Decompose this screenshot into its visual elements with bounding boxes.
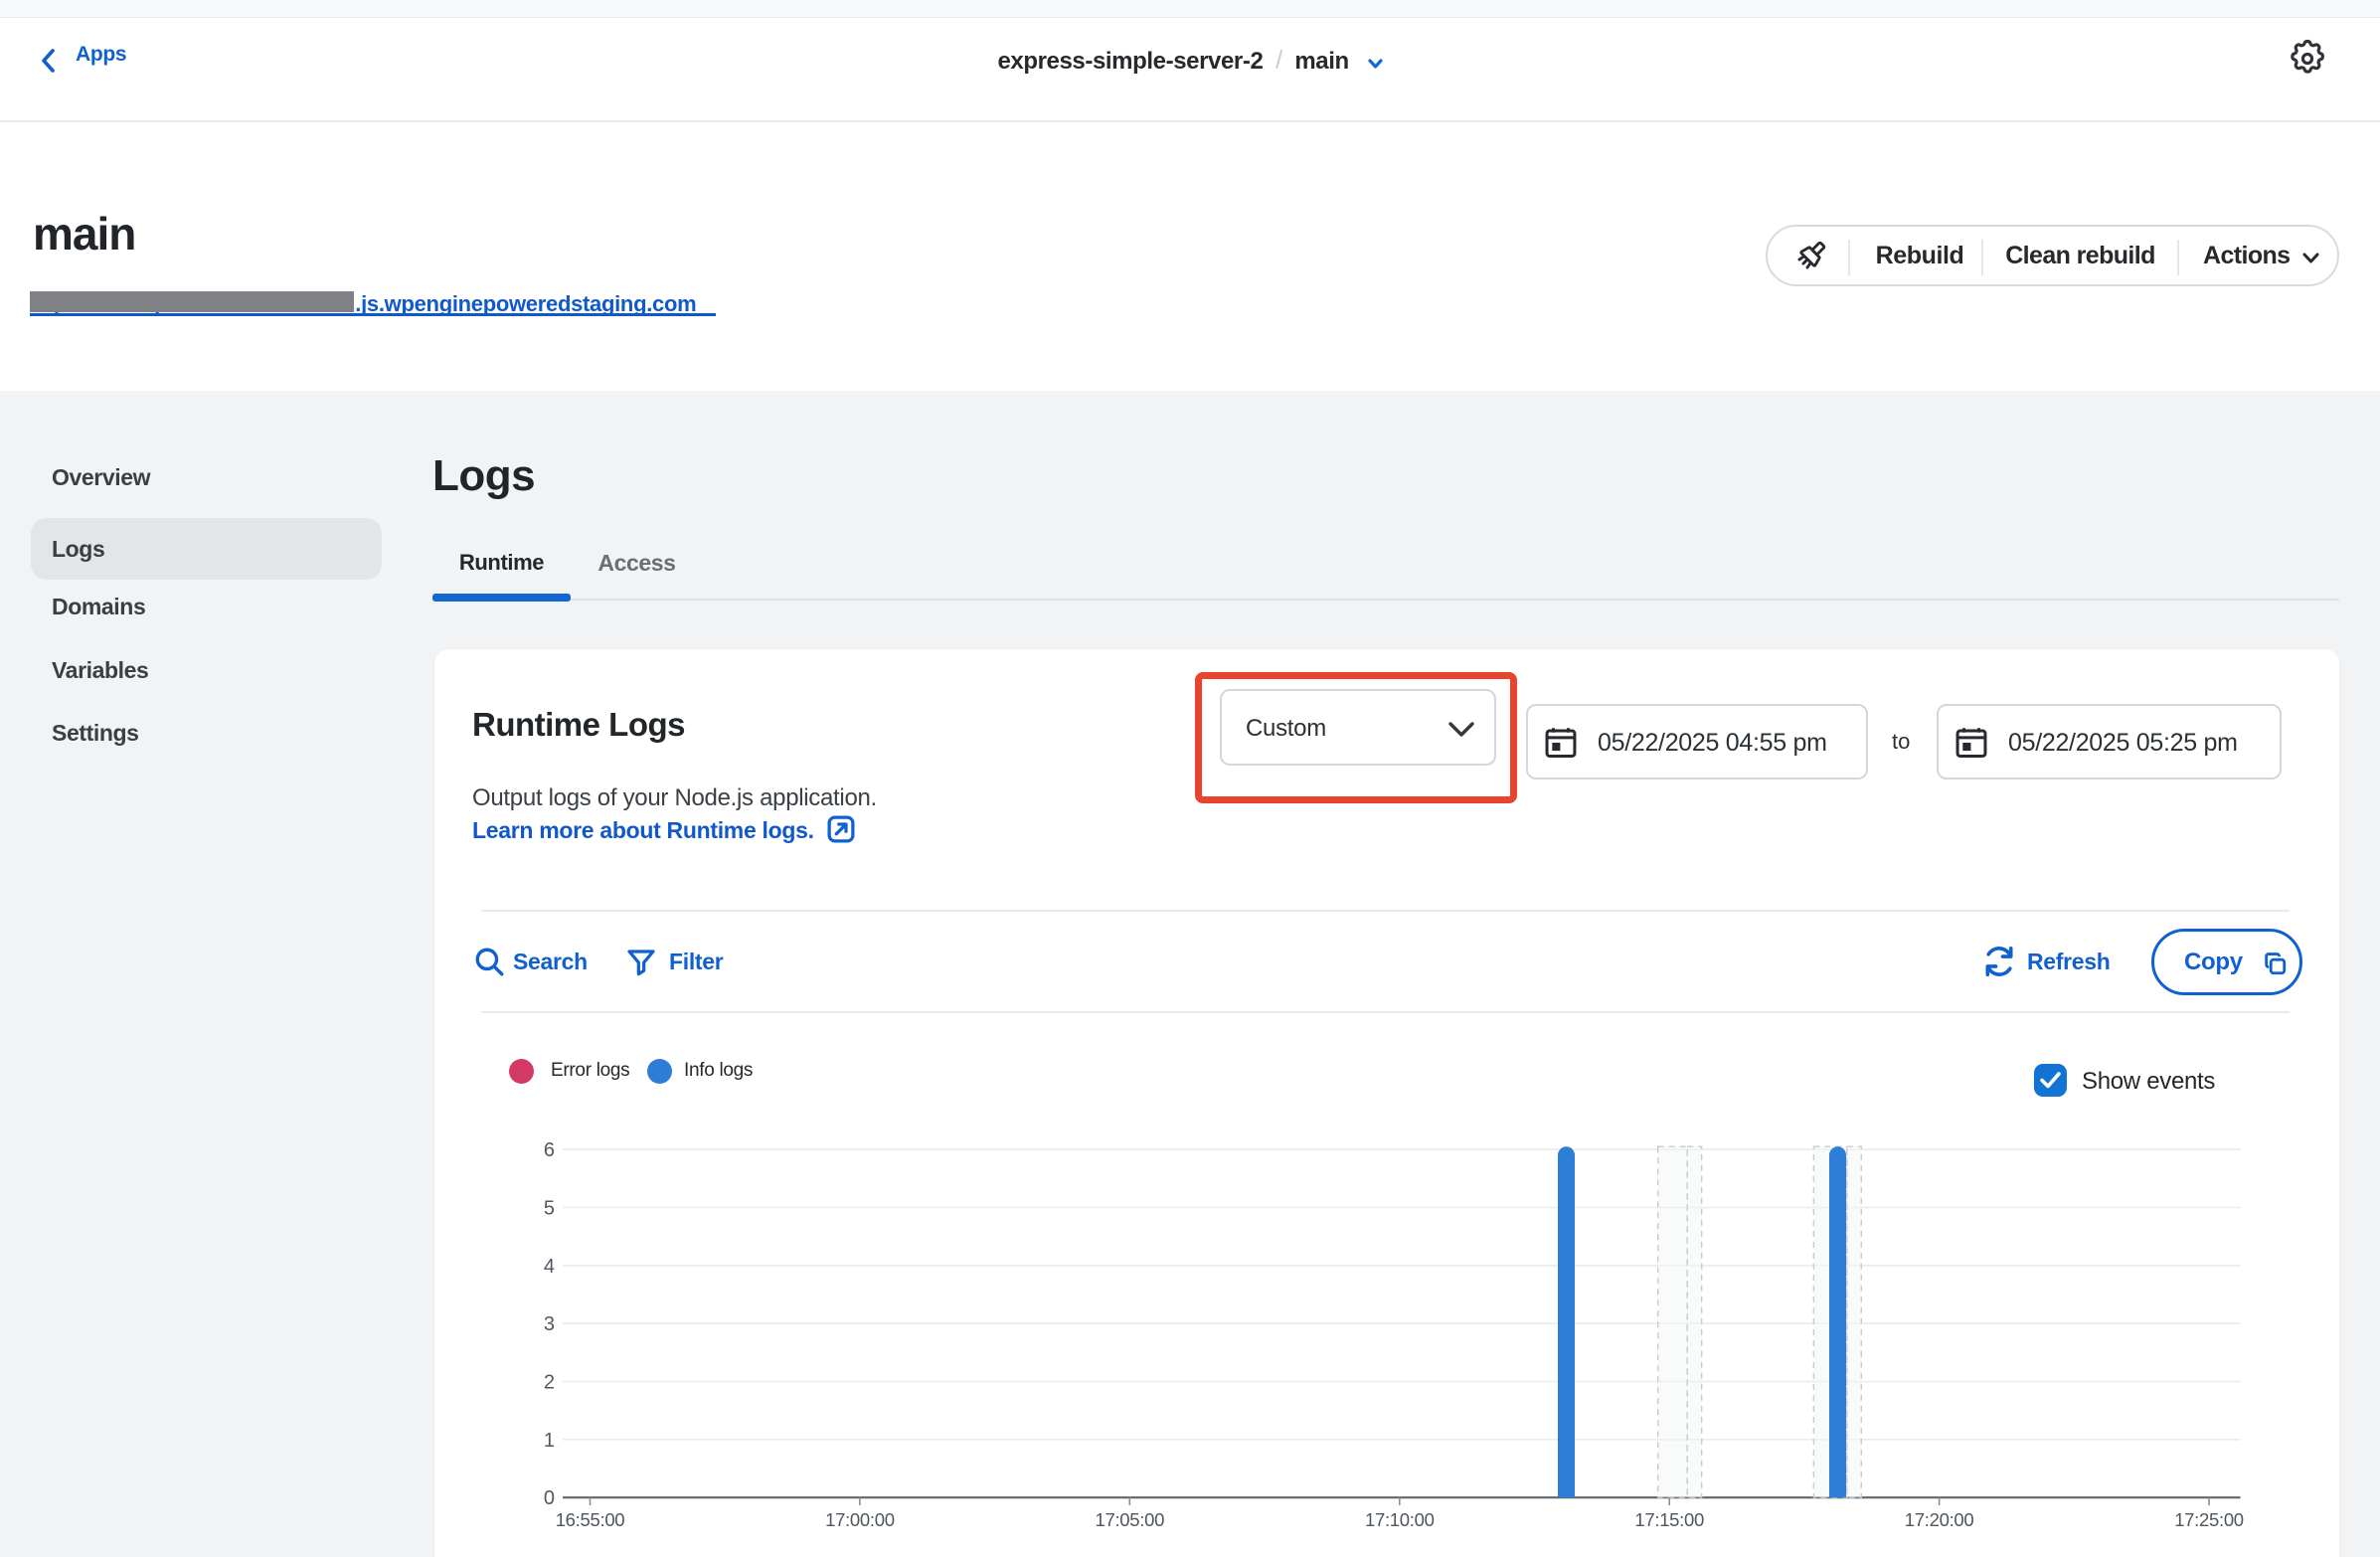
- svg-text:17:15:00: 17:15:00: [1634, 1509, 1704, 1530]
- svg-text:16:55:00: 16:55:00: [556, 1509, 625, 1530]
- svg-text:17:00:00: 17:00:00: [825, 1509, 895, 1530]
- svg-text:6: 6: [544, 1139, 555, 1161]
- svg-text:4: 4: [544, 1256, 555, 1278]
- svg-text:3: 3: [544, 1313, 555, 1335]
- svg-text:17:05:00: 17:05:00: [1095, 1509, 1164, 1530]
- svg-text:17:20:00: 17:20:00: [1905, 1509, 1974, 1530]
- svg-text:17:10:00: 17:10:00: [1365, 1509, 1435, 1530]
- svg-text:1: 1: [544, 1430, 555, 1452]
- svg-text:17:25:00: 17:25:00: [2174, 1509, 2244, 1530]
- svg-text:2: 2: [544, 1372, 555, 1394]
- svg-text:0: 0: [544, 1487, 555, 1509]
- svg-text:5: 5: [544, 1198, 555, 1220]
